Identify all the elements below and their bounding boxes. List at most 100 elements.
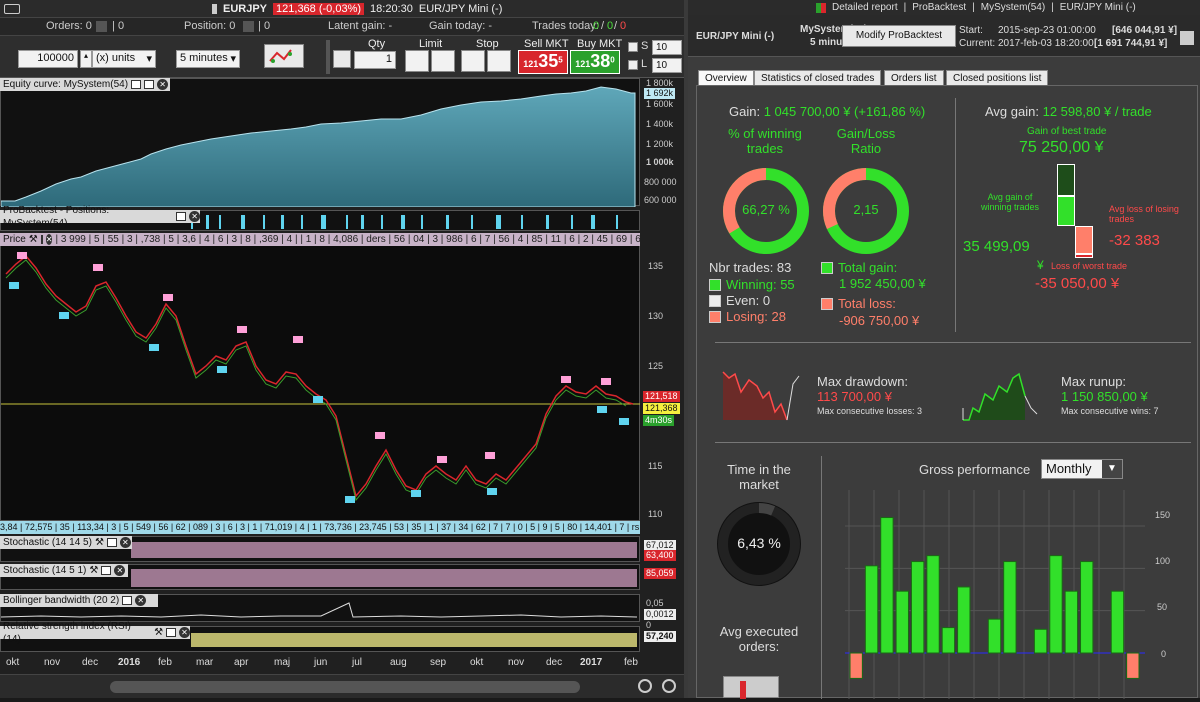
close-icon[interactable]: ✕ xyxy=(119,537,131,548)
l-checkbox[interactable] xyxy=(628,60,638,70)
tab-orders-list[interactable]: Orders list xyxy=(884,70,944,85)
modify-probacktest-button[interactable]: Modify ProBacktest xyxy=(842,25,956,47)
gross-mode-select[interactable]: Monthly ▼ xyxy=(1041,459,1123,479)
chevron-down-icon: ▼ xyxy=(1102,460,1122,478)
title-sep: | xyxy=(903,2,907,13)
s-checkbox[interactable] xyxy=(628,42,638,52)
zoom-out-icon[interactable] xyxy=(638,679,652,693)
indicator-chart-icon xyxy=(269,49,292,63)
best-trade-label: Gain of best trade xyxy=(1027,126,1107,137)
limit-sell-button[interactable] xyxy=(431,50,455,72)
maximize-icon[interactable] xyxy=(144,80,155,89)
s-label: S xyxy=(641,40,649,52)
max-drawdown-value: 113 700,00 ¥ xyxy=(817,389,892,404)
maximize-icon[interactable] xyxy=(40,235,43,244)
trades-today-b: 0 xyxy=(607,20,614,32)
time-in-market-donut: 6,43 % xyxy=(715,500,803,588)
instrument-dropdown[interactable]: EURJPY xyxy=(223,3,267,15)
wrench-icon[interactable]: ⚒ xyxy=(89,564,98,577)
tab-overview[interactable]: Overview xyxy=(698,70,754,85)
timeframe-select[interactable]: 5 minutes ▾ xyxy=(176,50,240,68)
orders-settings-icon[interactable] xyxy=(96,21,107,32)
tab-closed-positions[interactable]: Closed positions list xyxy=(946,70,1049,85)
gross-performance-chart xyxy=(845,490,1145,699)
stop-sell-button[interactable] xyxy=(487,50,511,72)
restore-icon[interactable] xyxy=(131,80,142,89)
wrench-icon[interactable]: ⚒ xyxy=(95,536,104,549)
overview-content: Gain: 1 045 700,00 ¥ (+161,86 %) % of wi… xyxy=(696,85,1198,699)
maximize-icon[interactable] xyxy=(101,566,112,575)
equity-tick: 1 200k xyxy=(646,139,674,149)
order-toolbar: 100000 ▴ (x) units ▾ 5 minutes ▾ Qty 1 L… xyxy=(0,36,684,78)
winning-row: Winning: 55 xyxy=(709,277,795,292)
month-label: 2016 xyxy=(118,657,141,668)
gross-mode-value: Monthly xyxy=(1046,461,1092,476)
avg-loss-bar xyxy=(1075,226,1093,254)
time-scrollbar[interactable] xyxy=(110,681,580,693)
close-icon[interactable]: ✕ xyxy=(45,234,53,245)
close-icon[interactable]: ✕ xyxy=(114,565,126,576)
stop-buy-button[interactable] xyxy=(461,50,485,72)
export-icon[interactable] xyxy=(1180,31,1194,45)
total-gain-row: Total gain: xyxy=(821,260,897,275)
position-settings-icon[interactable] xyxy=(243,21,254,32)
month-label: jul xyxy=(352,657,363,668)
gainloss-label: Gain/Loss Ratio xyxy=(836,126,896,156)
max-consecutive-losses: Max consecutive losses: 3 xyxy=(817,406,923,416)
zoom-in-icon[interactable] xyxy=(662,679,676,693)
top-status-bar: EURJPY 121,368 (-0,03%) 18:20:30 EUR/JPY… xyxy=(0,0,684,18)
maximize-icon[interactable] xyxy=(122,596,133,605)
price-tick: 115 xyxy=(648,461,663,471)
wrench-icon[interactable] xyxy=(333,50,351,68)
worst-trade-label: Loss of worst trade xyxy=(1051,261,1128,271)
equity-tick: 600 000 xyxy=(644,195,677,205)
price-tick: 130 xyxy=(648,311,664,321)
month-label: sep xyxy=(430,657,447,668)
max-drawdown-label: Max drawdown: xyxy=(817,374,909,389)
losing-text: Losing: 28 xyxy=(726,309,786,324)
sell-mkt-button[interactable]: 121355 xyxy=(518,50,568,74)
units-input[interactable]: 100000 xyxy=(18,50,78,68)
avg-loss-value: -32 383 xyxy=(1109,232,1160,249)
stochastic-2-value: 85,059 xyxy=(644,568,676,579)
units-select[interactable]: (x) units ▾ xyxy=(92,50,156,68)
sep-a: / xyxy=(601,20,605,32)
position-count: 0 xyxy=(264,20,271,32)
units-stepper[interactable]: ▴ xyxy=(80,50,92,68)
wrench-icon[interactable]: ⚒ xyxy=(154,626,163,639)
buy-mkt-button[interactable]: 121380 xyxy=(570,50,620,74)
section-divider xyxy=(715,442,1191,443)
chevron-down-icon: ▾ xyxy=(146,53,152,65)
orders-label: Orders: 0 xyxy=(46,20,92,32)
clock: 18:20:30 xyxy=(370,2,413,15)
header-instrument: EUR/JPY Mini (-) xyxy=(696,31,775,42)
l-input[interactable]: 10 xyxy=(652,58,682,73)
maximize-icon[interactable] xyxy=(166,628,177,637)
tab-statistics[interactable]: Statistics of closed trades xyxy=(754,70,882,85)
equity-curve-chart xyxy=(0,86,636,208)
wrench-icon[interactable]: ⚒ xyxy=(29,233,38,246)
month-label: apr xyxy=(234,657,249,668)
bollinger-title-text: Bollinger bandwidth (20 2) xyxy=(3,595,120,606)
worst-trade-bar xyxy=(1075,254,1093,258)
keyboard-icon[interactable] xyxy=(4,3,20,14)
close-icon[interactable]: ✕ xyxy=(135,595,147,606)
indicator-button[interactable] xyxy=(264,44,304,68)
month-label: feb xyxy=(158,657,172,668)
avg-executed-orders-chart xyxy=(723,676,779,699)
equity-title-text: Equity curve: MySystem(54) xyxy=(3,79,129,90)
maximize-icon[interactable] xyxy=(176,212,187,221)
s-input[interactable]: 10 xyxy=(652,40,682,55)
total-loss-row: Total loss: xyxy=(821,296,896,311)
close-icon[interactable]: ✕ xyxy=(157,79,169,90)
close-icon[interactable]: ✕ xyxy=(189,211,200,222)
qty-input[interactable]: 1 xyxy=(354,51,396,69)
maximize-icon[interactable] xyxy=(106,538,117,547)
avg-loss-label: Avg loss of losing trades xyxy=(1109,204,1179,224)
gross-performance-bar xyxy=(849,652,863,679)
winning-swatch xyxy=(709,279,721,291)
even-row: Even: 0 xyxy=(709,293,770,308)
close-icon[interactable]: ✕ xyxy=(179,627,190,638)
limit-buy-button[interactable] xyxy=(405,50,429,72)
limit-label: Limit xyxy=(419,38,443,50)
